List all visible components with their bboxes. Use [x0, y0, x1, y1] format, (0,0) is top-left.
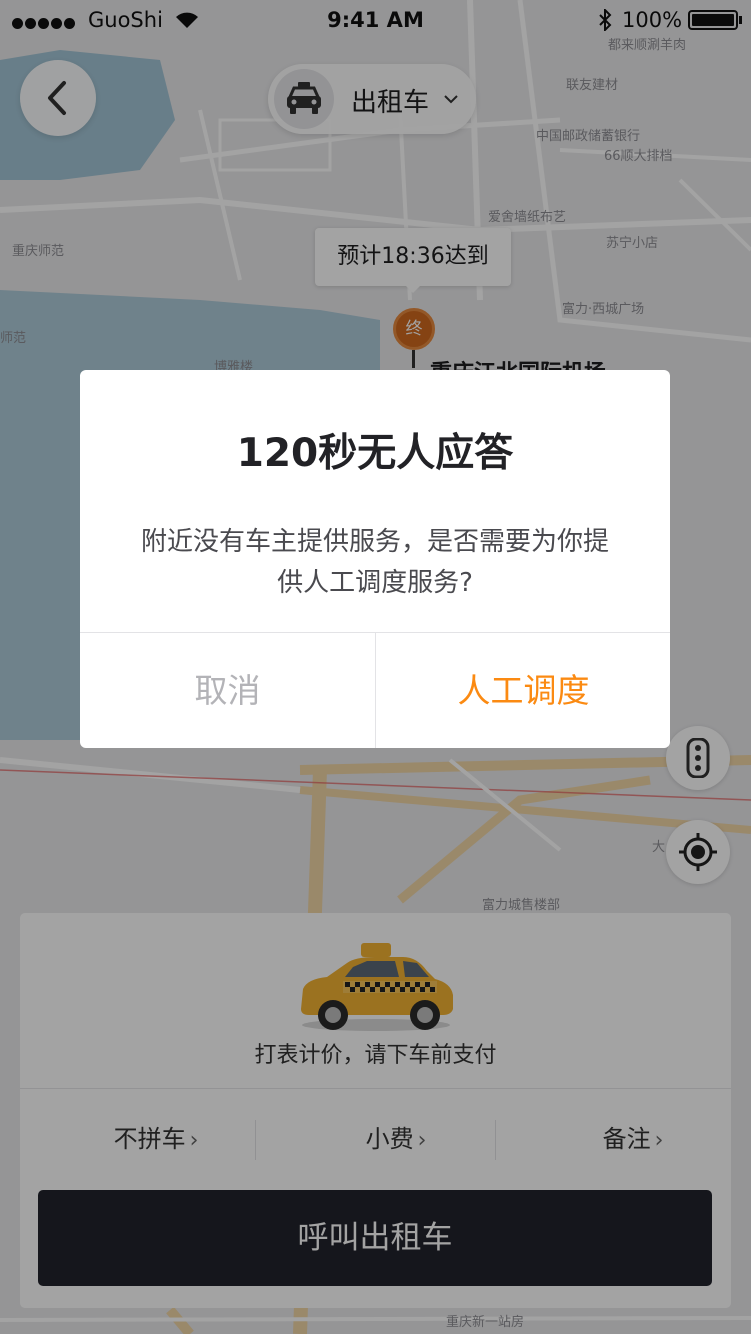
manual-dispatch-button[interactable]: 人工调度 [376, 633, 670, 748]
cancel-button[interactable]: 取消 [80, 633, 375, 748]
dialog-message: 附近没有车主提供服务，是否需要为你提 供人工调度服务? [120, 522, 630, 604]
dialog-message-line: 供人工调度服务? [277, 568, 473, 598]
no-response-dialog: 120秒无人应答 附近没有车主提供服务，是否需要为你提 供人工调度服务? 取消 … [80, 370, 670, 748]
dialog-title: 120秒无人应答 [236, 431, 514, 476]
dialog-message-line: 附近没有车主提供服务，是否需要为你提 [140, 527, 609, 557]
